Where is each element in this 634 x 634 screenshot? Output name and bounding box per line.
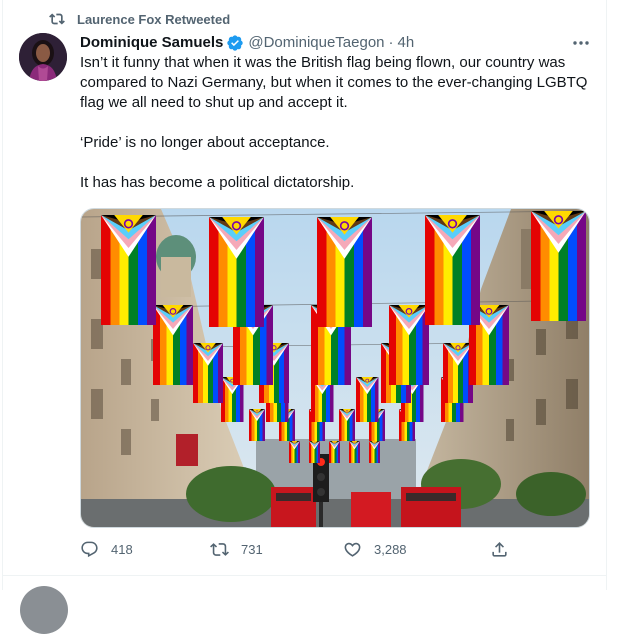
retweet-context[interactable]: Laurence Fox Retweeted: [49, 11, 230, 27]
avatar[interactable]: [19, 33, 67, 81]
tweet-photo[interactable]: [80, 208, 590, 528]
tweet-divider: [2, 575, 607, 576]
tweet-actions: 418 731 3,288: [80, 540, 520, 562]
reply-icon: [81, 541, 98, 558]
author-handle[interactable]: @DominiqueTaegon: [248, 33, 384, 53]
retweet-icon: [49, 11, 65, 27]
share-button[interactable]: [490, 540, 521, 559]
tweet-paragraph: Isn’t it funny that when it was the Brit…: [80, 54, 588, 111]
more-options-button[interactable]: [570, 34, 592, 52]
heart-icon: [344, 542, 361, 557]
retweet-label: Laurence Fox Retweeted: [77, 11, 231, 27]
next-tweet-avatar[interactable]: [20, 586, 68, 634]
tweet-paragraph: ‘Pride’ is no longer about acceptance.: [80, 134, 330, 151]
pride-flags-photo: [81, 209, 589, 527]
tweet-header: Dominique Samuels @DominiqueTaegon · 4h: [80, 33, 414, 53]
separator-dot: ·: [388, 34, 394, 51]
retweet-icon: [210, 543, 229, 556]
reply-count: 418: [111, 542, 133, 557]
retweet-count: 731: [241, 542, 263, 557]
tweet-paragraph: It has has become a political dictatorsh…: [80, 174, 355, 191]
author-name[interactable]: Dominique Samuels: [80, 33, 223, 53]
like-button[interactable]: 3,288: [343, 540, 407, 559]
retweet-button[interactable]: 731: [210, 540, 263, 559]
reply-button[interactable]: 418: [80, 540, 133, 559]
tweet-timestamp[interactable]: 4h: [398, 33, 415, 53]
verified-badge-icon: [227, 35, 244, 51]
like-count: 3,288: [374, 542, 407, 557]
more-icon: [573, 41, 589, 45]
share-icon: [492, 542, 507, 557]
tweet-text: Isn’t it funny that when it was the Brit…: [80, 53, 600, 213]
